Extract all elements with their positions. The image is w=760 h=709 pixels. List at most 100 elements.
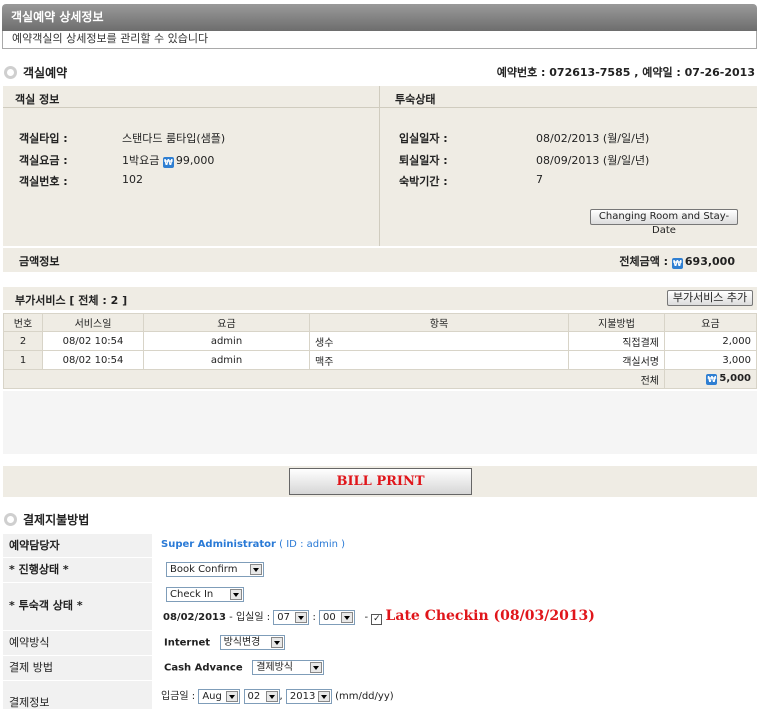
method-value: Internet [164,637,211,649]
services-title: 부가서비스 [ 전체 : 2 ] [15,294,128,307]
section-bullet-icon [4,513,17,526]
chevron-down-icon [270,637,283,648]
method-select-value: 방식변경 [223,637,261,648]
checkin-value: 08/02/2013 (월/일/년) [536,132,650,145]
amount-total-value: 693,000 [684,255,735,268]
panel-header-line [3,107,757,108]
guest-status-field: Check In [166,587,244,602]
page-subtitle: 예약객실의 상세정보를 관리할 수 있습니다 [2,31,757,49]
checkout-value: 08/09/2013 (월/일/년) [536,154,650,167]
year-value: 2013 [289,690,316,702]
guest-status-row: * 투숙객 상태 * Check In 08/02/2013 - 입실일 : 0… [3,583,757,631]
row-date: 08/02 10:54 [42,331,144,351]
progress-field: Book Confirm [166,562,264,577]
services-empty-area [3,391,757,454]
bill-print-button[interactable]: BILL PRINT [289,468,472,495]
chevron-down-icon [226,690,239,702]
payment-section-title: 결제지불방법 [4,511,89,529]
row-amount: 2,000 [664,331,757,351]
late-checkin-checkbox[interactable]: ✓ [371,614,383,625]
services-total-value: 5,000 [719,373,751,384]
col-method: 지불방법 [568,313,665,332]
currency-icon: ₩ [162,157,174,168]
progress-select-value: Book Confirm [170,564,238,575]
room-number-label: 객실번호 : [19,175,68,188]
amount-label: 금액정보 [19,255,60,268]
services-header: 부가서비스 [ 전체 : 2 ] 부가서비스 추가 [3,287,757,310]
room-rate-value: 1박요금 ₩99,000 [122,152,214,168]
guest-status-label: * 투숙객 상태 * [3,583,152,630]
hour-select[interactable]: 07 [273,609,310,625]
section-bullet-icon [4,66,17,79]
progress-row: * 진행상태 * Book Confirm [3,558,757,583]
method-field: Internet 방식변경 [164,635,285,650]
services-total: ₩5,000 [664,369,757,389]
chevron-down-icon [230,589,242,600]
row-item: 생수 [309,331,569,351]
late-checkin-text: Late Checkin (08/03/2013) [385,608,595,624]
room-type-label: 객실타입 : [19,132,68,145]
payment-title-text: 결제지불방법 [23,513,90,527]
guest-status-value: Check In [170,589,214,600]
row-by: admin [143,350,310,370]
method-row: 예약방식 Internet 방식변경 [3,631,757,656]
add-service-button[interactable]: 부가서비스 추가 [667,290,753,306]
room-number-value: 102 [122,173,143,186]
chevron-down-icon [295,611,308,623]
pay-method-label: 결제 방법 [3,656,152,680]
room-info-title: 객실 정보 [15,93,60,106]
pay-method-row: 결제 방법 Cash Advance 결제방식 [3,656,757,681]
method-select[interactable]: 방식변경 [219,635,285,650]
pay-method-select-value: 결제방식 [256,662,293,673]
col-amount: 요금 [664,313,757,332]
hour-value: 07 [277,611,291,623]
month-value: Aug [202,690,222,702]
month-select[interactable]: Aug [198,688,241,704]
col-by: 요금 [143,313,310,332]
reservation-title-text: 객실예약 [23,66,68,80]
progress-select[interactable]: Book Confirm [166,562,264,577]
chevron-down-icon [310,662,323,673]
reservation-info: 예약번호 : 072613-7585 , 예약일 : 07-26-2013 [496,66,755,79]
services-header-row: 번호 서비스일 요금 항목 지불방법 요금 [3,313,757,332]
chevron-down-icon [250,564,262,575]
minute-value: 00 [323,611,336,623]
row-method: 직접결제 [568,331,665,351]
day-select[interactable]: 02 [243,688,280,704]
row-no: 1 [3,350,43,370]
currency-icon: ₩ [671,258,683,269]
amount-row: 금액정보 전체금액 : ₩693,000 [3,248,757,272]
staff-value: Super Administrator ( ID : admin ) [161,539,345,550]
day-value: 02 [247,690,261,702]
stay-status-title: 투숙상태 [395,93,436,106]
pay-method-select[interactable]: 결제방식 [252,660,325,675]
checkin-time-label: - 입실일 : [229,612,271,623]
row-item: 맥주 [309,350,569,370]
nights-value: 7 [536,173,543,186]
col-item: 항목 [309,313,569,332]
staff-row: 예약담당자 Super Administrator ( ID : admin ) [3,534,757,558]
col-date: 서비스일 [42,313,144,332]
rate-prefix: 1박요금 [122,154,160,167]
year-select[interactable]: 2013 [285,688,332,704]
change-room-button[interactable]: Changing Room and Stay-Date [590,209,738,236]
row-by: admin [143,331,310,351]
amount-total-label: 전체금액 : [619,255,669,268]
chevron-down-icon [341,611,354,623]
row-amount: 3,000 [664,350,757,370]
services-total-row: 전체 ₩5,000 [3,369,757,389]
page-title: 객실예약 상세정보 [2,4,757,31]
pay-info-label: 결제정보 [3,681,152,709]
services-table: 번호 서비스일 요금 항목 지불방법 요금 2 08/02 10:54 admi… [3,313,757,389]
checkout-label: 퇴실일자 : [399,154,448,167]
pay-info-row: 결제정보 입금일 : Aug 02, 2013 (mm/dd/yy) [3,681,757,709]
staff-id: ( ID : admin ) [279,539,346,550]
deposit-date-field: 입금일 : Aug 02, 2013 (mm/dd/yy) [161,688,394,704]
room-rate-label: 객실요금 : [19,154,68,167]
minute-select[interactable]: 00 [319,609,356,625]
progress-label: * 진행상태 * [3,558,152,582]
guest-status-select[interactable]: Check In [166,587,244,602]
staff-name-link[interactable]: Super Administrator [161,539,276,550]
chevron-down-icon [317,690,330,702]
row-date: 08/02 10:54 [42,350,144,370]
